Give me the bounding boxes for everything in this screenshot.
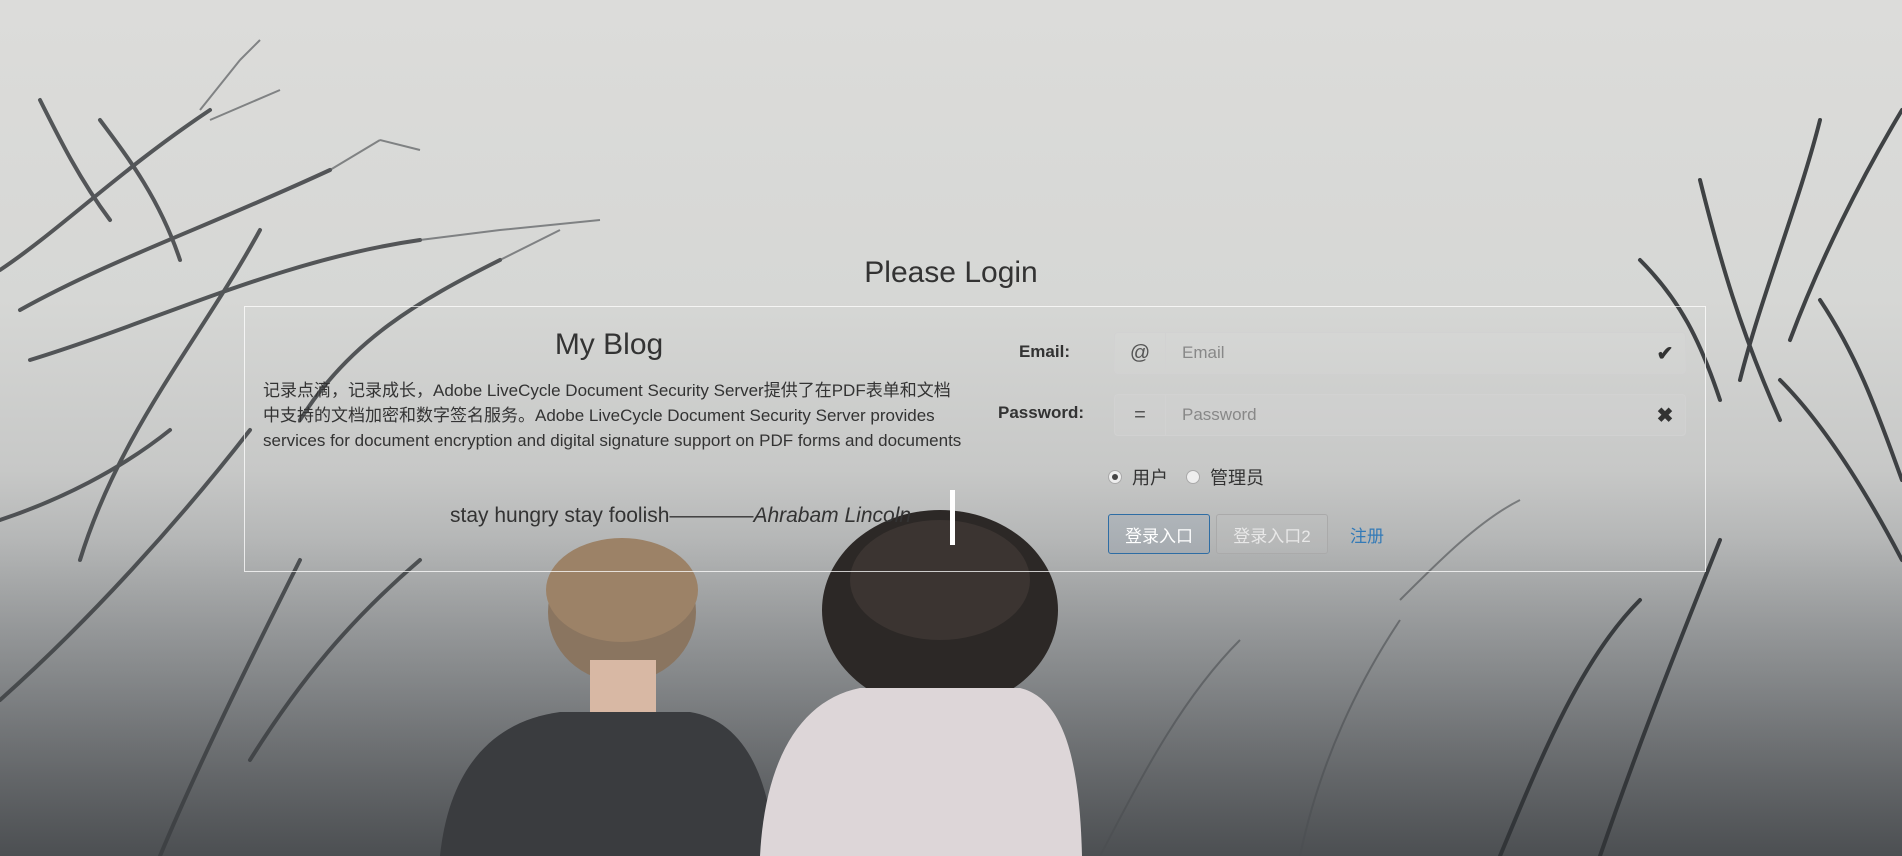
password-input[interactable] [1166,395,1645,435]
password-input-group: = ✖ [1114,394,1686,436]
email-input-group: @ ✔ [1114,332,1686,374]
radio-unchecked-icon[interactable] [1186,470,1200,484]
email-input[interactable] [1166,333,1645,373]
login-button[interactable]: 登录入口 [1108,514,1210,554]
role-radio-admin[interactable]: 管理员 [1186,464,1264,490]
x-icon: ✖ [1656,404,1674,427]
action-buttons: 登录入口 登录入口2 注册 [1108,514,1384,554]
page-title: Please Login [864,256,1038,289]
role-radio-group: 用户 管理员 [1108,464,1282,490]
register-link[interactable]: 注册 [1350,522,1384,547]
equals-icon: = [1115,395,1166,435]
check-icon: ✔ [1656,342,1674,365]
role-radio-user[interactable]: 用户 [1108,464,1168,490]
role-label-admin: 管理员 [1210,468,1264,488]
quote-bar [950,490,955,545]
quote-dash: ———— [669,504,754,527]
quote: stay hungry stay foolish————Ahrabam Linc… [450,504,911,528]
password-label: Password: [998,403,1084,422]
radio-checked-icon[interactable] [1108,470,1122,484]
login-button-2[interactable]: 登录入口2 [1216,514,1328,554]
quote-author: Ahrabam Lincoln [753,504,912,527]
at-icon: @ [1115,333,1166,373]
quote-text: stay hungry stay foolish [450,504,670,527]
blog-title: My Blog [554,328,664,361]
blog-description: 记录点滴，记录成长，Adobe LiveCycle Document Secur… [263,381,962,450]
email-label: Email: [1018,342,1070,361]
role-label-user: 用户 [1132,468,1168,488]
